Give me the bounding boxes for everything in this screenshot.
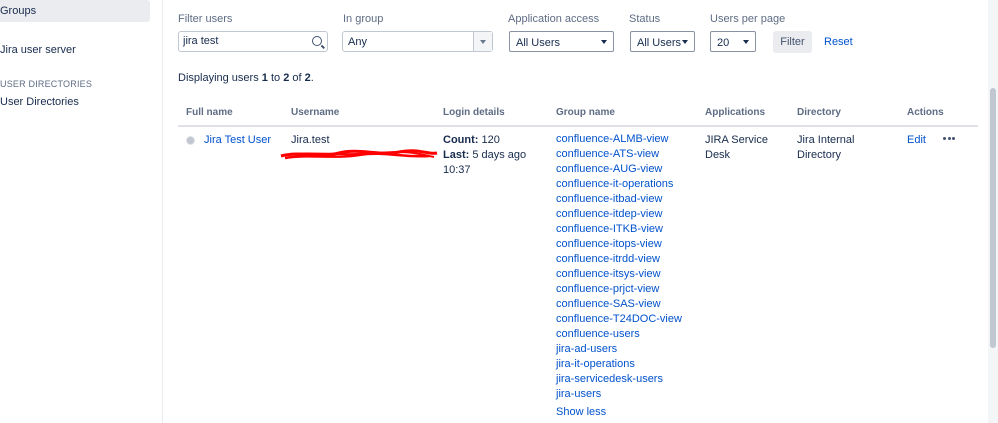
table-header-divider <box>178 125 978 127</box>
summary-prefix: Displaying users <box>178 72 259 84</box>
chevron-down-icon <box>601 40 607 44</box>
group-link[interactable]: confluence-users <box>556 327 682 342</box>
group-link[interactable]: confluence-AUG-view <box>556 162 682 177</box>
chevron-down-icon <box>682 40 688 44</box>
column-header-group-name: Group name <box>556 107 615 118</box>
admin-sidebar: Groups Jira user server USER DIRECTORIES… <box>0 0 163 423</box>
group-link[interactable]: jira-servicedesk-users <box>556 372 682 387</box>
column-header-applications: Applications <box>705 107 766 118</box>
filter-users-field[interactable] <box>178 31 328 52</box>
application-access-label: Application access <box>508 13 600 25</box>
group-link[interactable]: confluence-itsys-view <box>556 267 682 282</box>
summary-to: 2 <box>283 72 290 84</box>
more-actions-icon[interactable] <box>943 137 955 141</box>
directory-cell: Jira Internal Directory <box>797 133 854 163</box>
sidebar-item-label: Jira user server <box>0 44 76 56</box>
directory-line: Directory <box>797 149 842 161</box>
last-login-time: 10:37 <box>443 164 471 176</box>
group-link[interactable]: confluence-ALMB-view <box>556 132 682 147</box>
filter-users-label: Filter users <box>178 13 233 25</box>
count-label: Count: <box>443 134 479 146</box>
sidebar-item-groups[interactable]: Groups <box>0 0 150 22</box>
group-link[interactable]: confluence-SAS-view <box>556 297 682 312</box>
results-summary: Displaying users 1 to 2 of 2. <box>178 72 314 84</box>
user-avatar-icon <box>186 136 195 145</box>
group-link[interactable]: confluence-prjct-view <box>556 282 682 297</box>
sidebar-item-user-directories[interactable]: User Directories <box>0 96 150 108</box>
sidebar-section-heading: USER DIRECTORIES <box>0 79 93 89</box>
show-less-link[interactable]: Show less <box>556 406 606 418</box>
users-per-page-select[interactable]: 20 <box>710 31 756 52</box>
scrollbar-thumb[interactable] <box>990 88 996 348</box>
user-full-name-link[interactable]: Jira Test User <box>204 133 271 148</box>
last-label: Last: <box>443 149 470 161</box>
group-link[interactable]: confluence-it-operations <box>556 177 682 192</box>
group-list: confluence-ALMB-view confluence-ATS-view c… <box>556 132 682 402</box>
login-last: Last: 5 days ago <box>443 148 526 163</box>
group-link[interactable]: confluence-itops-view <box>556 237 682 252</box>
filter-users-input[interactable] <box>183 35 303 47</box>
login-count: Count: 120 <box>443 133 526 148</box>
username: Jira.test <box>291 134 330 146</box>
column-header-full-name: Full name <box>186 107 233 118</box>
group-link[interactable]: confluence-ITKB-view <box>556 222 682 237</box>
summary-to-word: to <box>270 72 281 84</box>
group-link[interactable]: confluence-ATS-view <box>556 147 682 162</box>
status-value: All Users <box>637 37 682 49</box>
last-value: 5 days ago <box>472 149 527 161</box>
chevron-down-icon[interactable] <box>473 32 492 51</box>
column-header-login-details: Login details <box>443 107 505 118</box>
filter-button[interactable]: Filter <box>773 31 812 53</box>
group-link[interactable]: confluence-itbad-view <box>556 192 682 207</box>
users-per-page-label: Users per page <box>710 13 786 25</box>
column-header-actions: Actions <box>907 107 944 118</box>
redaction-scribble <box>280 149 438 160</box>
status-select[interactable]: All Users <box>630 31 695 52</box>
users-per-page-value: 20 <box>717 37 730 49</box>
summary-of-word: of <box>292 72 302 84</box>
in-group-select[interactable]: Any <box>342 31 493 52</box>
sidebar-item-jira-user-server[interactable]: Jira user server <box>0 44 150 56</box>
application-line: JIRA Service <box>705 134 768 146</box>
application-line: Desk <box>705 149 731 161</box>
group-link[interactable]: confluence-itrdd-view <box>556 252 682 267</box>
group-link[interactable]: jira-ad-users <box>556 342 682 357</box>
login-details: Count: 120 Last: 5 days ago 10:37 <box>443 133 526 178</box>
directory-line: Jira Internal <box>797 134 855 146</box>
summary-from: 1 <box>261 72 268 84</box>
group-link[interactable]: jira-it-operations <box>556 357 682 372</box>
summary-end: . <box>310 72 314 84</box>
column-header-directory: Directory <box>797 107 841 118</box>
search-icon[interactable] <box>312 36 322 46</box>
status-label: Status <box>629 13 661 25</box>
group-link[interactable]: confluence-T24DOC-view <box>556 312 682 327</box>
sidebar-item-label: Groups <box>0 5 37 17</box>
in-group-value: Any <box>348 36 367 48</box>
group-link[interactable]: confluence-itdep-view <box>556 207 682 222</box>
application-access-value: All Users <box>516 37 561 49</box>
sidebar-item-label: User Directories <box>0 96 79 108</box>
chevron-down-icon <box>743 40 749 44</box>
edit-user-link[interactable]: Edit <box>907 133 926 148</box>
applications-cell: JIRA Service Desk <box>705 133 768 163</box>
in-group-label: In group <box>343 13 384 25</box>
application-access-select[interactable]: All Users <box>509 31 614 52</box>
vertical-scrollbar[interactable] <box>988 0 998 423</box>
count-value: 120 <box>481 134 500 146</box>
column-header-username: Username <box>291 107 340 118</box>
group-link[interactable]: jira-users <box>556 387 682 402</box>
reset-link[interactable]: Reset <box>824 36 853 48</box>
